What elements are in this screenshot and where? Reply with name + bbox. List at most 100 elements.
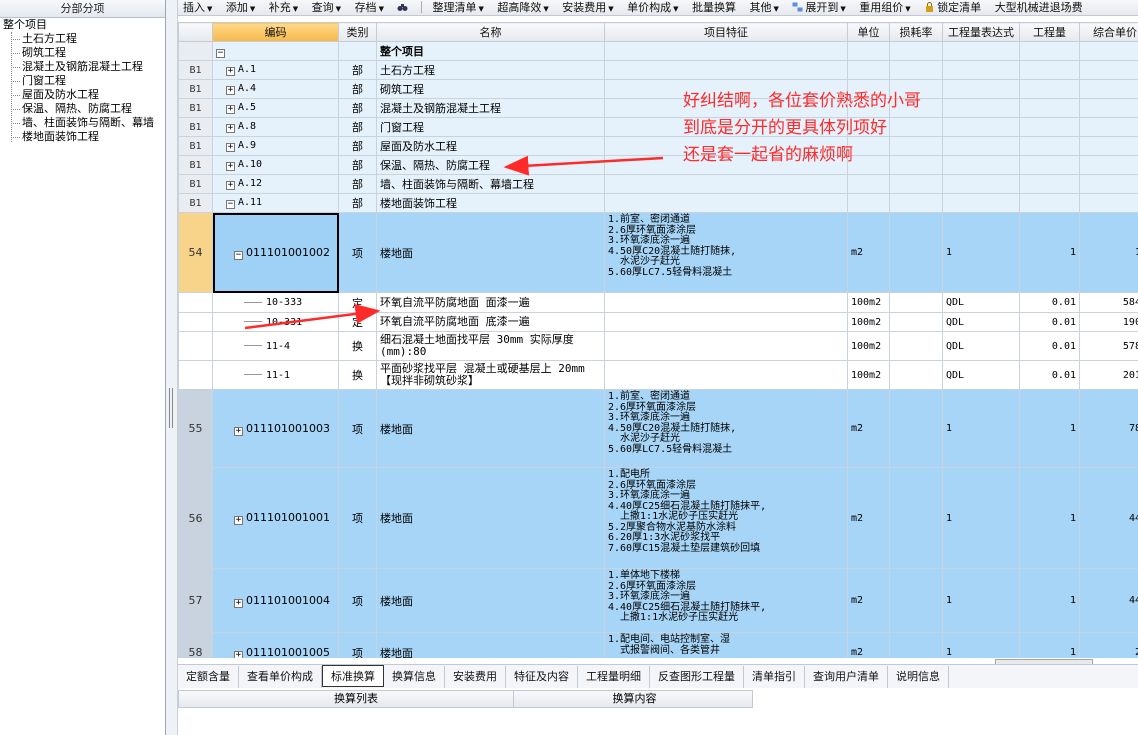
install-fee-menu[interactable]: 安装费用 ▼ — [557, 0, 618, 15]
col-header-loss[interactable]: 损耗率 — [889, 22, 943, 42]
col-header-expr[interactable]: 工程量表达式 — [942, 22, 1020, 42]
add-menu[interactable]: 添加 ▼ — [221, 0, 260, 15]
save-menu[interactable]: 存档 ▼ — [350, 0, 389, 15]
cell-code[interactable]: +011101001001 — [212, 467, 339, 569]
expand-tree-icon — [792, 2, 803, 12]
table-row-bill-item[interactable]: 57 +011101001004 项楼地面 1.单体地下楼梯 2.6厚环氧面漆涂层 3… — [178, 568, 1138, 633]
cell-code[interactable]: +011101001004 — [212, 568, 339, 633]
table-row-section[interactable]: B1 + A.8 部门窗工程 — [178, 117, 1138, 137]
tab-user-list[interactable]: 查询用户清单 — [805, 666, 888, 688]
cell-code: + A.5 — [212, 98, 339, 118]
tab-features-content[interactable]: 特征及内容 — [506, 666, 578, 688]
tree-item-insulation[interactable]: 保温、隔热、防腐工程 — [0, 102, 165, 116]
insert-menu[interactable]: 插入 ▼ — [178, 0, 217, 15]
row-number: B1 — [178, 155, 213, 175]
machinery-fee-button[interactable]: 大型机械进退场费 — [990, 0, 1088, 15]
tab-unit-price-breakdown[interactable]: 查看单价构成 — [239, 666, 322, 688]
tree-root[interactable]: 整个项目 — [0, 18, 165, 32]
tab-conversion-info[interactable]: 换算信息 — [384, 666, 445, 688]
expand-icon[interactable]: + — [226, 143, 235, 152]
col-header-price[interactable]: 综合单价 — [1079, 22, 1138, 42]
grid-header: 编码 类别 名称 项目特征 单位 损耗率 工程量表达式 工程量 综合单价 — [178, 22, 1138, 42]
row-number: 56 — [178, 467, 213, 569]
cell-code[interactable]: −011101001002 — [212, 212, 339, 293]
table-row-section[interactable]: B1 + A.5 部混凝土及钢筋混凝土工程 — [178, 98, 1138, 118]
col-header-unit[interactable]: 单位 — [847, 22, 890, 42]
expand-icon[interactable]: + — [234, 426, 243, 436]
query-menu[interactable]: 查询 ▼ — [307, 0, 346, 15]
table-row-bill-item[interactable]: 54−011101001002 项楼地面 1.前室、密闭通道 2.6厚环氧面漆涂层 … — [178, 212, 1138, 293]
reuse-menu[interactable]: 重用组价 ▼ — [854, 0, 915, 15]
cell-price: 449 — [1079, 568, 1138, 633]
expand-icon[interactable]: + — [226, 124, 235, 133]
panel-splitter[interactable] — [166, 0, 178, 735]
collapse-icon[interactable]: − — [216, 49, 225, 58]
expand-icon[interactable]: + — [234, 598, 243, 608]
table-row-section[interactable]: B1 + A.12 部墙、柱面装饰与隔断、幕墙工程 — [178, 174, 1138, 194]
table-row-section[interactable]: B1− A.11 部楼地面装饰工程 — [178, 193, 1138, 213]
chevron-down-icon: ▼ — [478, 5, 484, 13]
tree-item-floor-finish[interactable]: 楼地面装饰工程 — [0, 130, 165, 144]
cell-type: 部 — [338, 60, 377, 80]
table-row-section[interactable]: B1 + A.9 部屋面及防水工程 — [178, 136, 1138, 156]
expand-icon[interactable]: + — [226, 181, 235, 190]
cell-expr — [942, 155, 1020, 175]
batch-convert-button[interactable]: 批量换算 — [687, 0, 741, 15]
tab-description[interactable]: 说明信息 — [888, 666, 949, 688]
table-row-section[interactable]: B1 + A.1 部土石方工程 — [178, 60, 1138, 80]
tree-item-earthwork[interactable]: 土石方工程 — [0, 32, 165, 46]
tab-standard-conversion[interactable]: 标准换算 — [322, 665, 384, 687]
table-row-quota[interactable]: 11-1 换平面砂浆找平层 混凝土或硬基层上 20mm 【现拌非砌筑砂浆】 100m… — [178, 360, 1138, 390]
cell-loss — [889, 360, 943, 390]
cell-code[interactable]: +011101001003 — [212, 389, 339, 468]
table-row-bill-item[interactable]: 58 +011101001005 项楼地面 1.配电间、电站控制室、湿 式报警阀间、各… — [178, 632, 1138, 658]
expand-icon[interactable]: + — [226, 105, 235, 114]
col-header-feature[interactable]: 项目特征 — [604, 22, 848, 42]
table-row-quota[interactable]: 10-333 定环氧自流平防腐地面 面漆一遍 100m2 QDL0.015843 — [178, 292, 1138, 313]
super-fee-menu[interactable]: 超高降效 ▼ — [492, 0, 553, 15]
expand-menu[interactable]: 展开到 ▼ — [787, 0, 850, 15]
tree-item-roofing[interactable]: 屋面及防水工程 — [0, 88, 165, 102]
supplement-menu[interactable]: 补充 ▼ — [264, 0, 303, 15]
tab-quantity-detail[interactable]: 工程量明细 — [578, 666, 650, 688]
tree-item-masonry[interactable]: 砌筑工程 — [0, 46, 165, 60]
cell-expr: 1 — [942, 467, 1020, 569]
table-row-section[interactable]: B1 + A.10 部保温、隔热、防腐工程 — [178, 155, 1138, 175]
tree-item-wall-finish[interactable]: 墙、柱面装饰与隔断、幕墙 — [0, 116, 165, 130]
table-row-root[interactable]: − 整个项目 — [178, 41, 1138, 61]
other-menu[interactable]: 其他 ▼ — [745, 0, 784, 15]
cell-code: − A.11 — [212, 193, 339, 213]
collapse-icon[interactable]: − — [226, 200, 235, 209]
cell-unit: 100m2 — [847, 292, 890, 313]
bill-grid: 编码 类别 名称 项目特征 单位 损耗率 工程量表达式 工程量 综合单价 − 整… — [178, 22, 1138, 658]
collapse-icon[interactable]: − — [234, 250, 243, 260]
chevron-down-icon: ▼ — [335, 5, 342, 13]
col-header-qty[interactable]: 工程量 — [1019, 22, 1080, 42]
cell-code[interactable]: +011101001005 — [212, 632, 339, 658]
expand-icon[interactable]: + — [226, 86, 235, 95]
expand-icon[interactable]: + — [226, 162, 235, 171]
organize-menu[interactable]: 整理清单 ▼ — [427, 0, 488, 15]
tab-install-fee[interactable]: 安装费用 — [445, 666, 506, 688]
expand-icon[interactable]: + — [226, 67, 235, 76]
unit-price-menu[interactable]: 单价构成 ▼ — [622, 0, 683, 15]
expand-icon[interactable]: + — [234, 650, 243, 658]
table-row-bill-item[interactable]: 55 +011101001003 项楼地面 1.前室、密闭通道 2.6厚环氧面漆涂层 … — [178, 389, 1138, 468]
col-header-type[interactable]: 类别 — [338, 22, 377, 42]
expand-icon[interactable]: + — [234, 516, 243, 525]
find-button[interactable] — [392, 0, 415, 15]
lock-list-button[interactable]: 锁定清单 — [919, 0, 986, 15]
tab-list-guide[interactable]: 清单指引 — [744, 666, 805, 688]
splitter-grip[interactable] — [169, 388, 173, 428]
table-row-quota[interactable]: 10-331 定环氧自流平防腐地面 底漆一遍 100m2 QDL0.011907 — [178, 312, 1138, 332]
table-row-bill-item[interactable]: 56 +011101001001 项楼地面 1.配电所 2.6厚环氧面漆涂层 3.环氧… — [178, 467, 1138, 569]
col-header-name[interactable]: 名称 — [376, 22, 605, 42]
tab-quota-content[interactable]: 定额含量 — [178, 666, 239, 688]
table-row-quota[interactable]: 11-4 换细石混凝土地面找平层 30mm 实际厚度(mm):80 100m2 QDL… — [178, 331, 1138, 361]
tree-item-doors-windows[interactable]: 门窗工程 — [0, 74, 165, 88]
table-row-section[interactable]: B1 + A.4 部砌筑工程 — [178, 79, 1138, 99]
col-header-code[interactable]: 编码 — [212, 22, 339, 42]
tab-graphic-quantity[interactable]: 反查图形工程量 — [650, 666, 744, 688]
cell-expr — [942, 60, 1020, 80]
tree-item-concrete[interactable]: 混凝土及钢筋混凝土工程 — [0, 60, 165, 74]
